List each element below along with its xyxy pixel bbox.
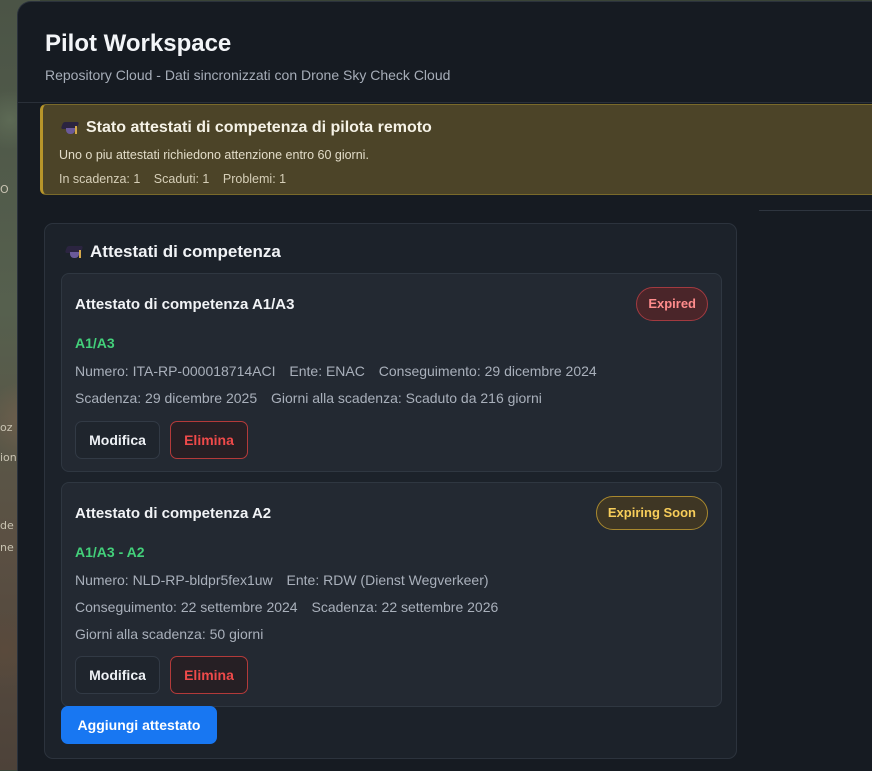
- certificate-authority: Ente: ENAC: [289, 363, 365, 379]
- page-title: Pilot Workspace: [45, 30, 232, 57]
- certificate-issue-date: Conseguimento: 29 dicembre 2024: [378, 363, 597, 379]
- alert-counts: In scadenza: 1 Scaduti: 1 Problemi: 1: [59, 172, 296, 186]
- certificate-issue-date: Conseguimento: 22 settembre 2024: [75, 599, 298, 615]
- certificate-title: Attestato di competenza A1/A3: [75, 296, 295, 313]
- competency-status-alert: Stato attestati di competenza di pilota …: [40, 104, 872, 195]
- certificate-details-line: Giorni alla scadenza: 50 giorni: [75, 626, 273, 642]
- alert-title: Stato attestati di competenza di pilota …: [60, 119, 432, 137]
- delete-button[interactable]: Elimina: [170, 421, 248, 459]
- add-certificate-button[interactable]: Aggiungi attestato: [61, 706, 217, 744]
- header: Pilot Workspace Repository Cloud - Dati …: [18, 2, 872, 103]
- count-expiring: In scadenza: 1: [59, 172, 141, 186]
- certificate-category: A1/A3 - A2: [75, 544, 145, 560]
- alert-title-text: Stato attestati di competenza di pilota …: [86, 119, 432, 136]
- edit-button[interactable]: Modifica: [75, 656, 160, 694]
- count-problems: Problemi: 1: [222, 172, 287, 186]
- certificate-expiry-date: Scadenza: 22 settembre 2026: [311, 599, 499, 615]
- certificate-details-line: Numero: NLD-RP-bldpr5fex1uw Ente: RDW (D…: [75, 572, 499, 588]
- map-label: oz: [0, 421, 13, 434]
- status-badge: Expired: [636, 287, 708, 321]
- map-label: ne: [0, 541, 14, 554]
- pilot-workspace-window: Pilot Workspace Repository Cloud - Dati …: [17, 1, 872, 771]
- panel-title-text: Attestati di competenza: [90, 242, 281, 261]
- certificate-category: A1/A3: [75, 335, 115, 351]
- certificate-card: Attestato di competenza A2 Expiring Soon…: [61, 482, 722, 707]
- certificate-days-left: Giorni alla scadenza: 50 giorni: [75, 626, 264, 642]
- map-label: O: [0, 183, 9, 196]
- map-label: de: [0, 519, 14, 532]
- certificate-details-line: Numero: ITA-RP-000018714ACI Ente: ENAC C…: [75, 363, 607, 379]
- divider: [759, 210, 872, 211]
- certificate-number: Numero: NLD-RP-bldpr5fex1uw: [75, 572, 273, 588]
- alert-message: Uno o piu attestati richiedono attenzion…: [59, 148, 369, 162]
- page-subtitle: Repository Cloud - Dati sincronizzati co…: [45, 67, 451, 83]
- certificate-authority: Ente: RDW (Dienst Wegverkeer): [286, 572, 489, 588]
- certificate-title: Attestato di competenza A2: [75, 505, 272, 522]
- certificate-details-line: Scadenza: 29 dicembre 2025 Giorni alla s…: [75, 390, 552, 406]
- certificate-days-left: Giorni alla scadenza: Scaduto da 216 gio…: [271, 390, 542, 406]
- certificate-card: Attestato di competenza A1/A3 Expired A1…: [61, 273, 722, 472]
- graduation-cap-icon: [60, 120, 80, 136]
- certificate-expiry-date: Scadenza: 29 dicembre 2025: [75, 390, 258, 406]
- count-expired: Scaduti: 1: [153, 172, 210, 186]
- edit-button[interactable]: Modifica: [75, 421, 160, 459]
- graduation-cap-icon: [64, 244, 84, 260]
- certificate-number: Numero: ITA-RP-000018714ACI: [75, 363, 276, 379]
- map-label: ion: [0, 451, 17, 464]
- certificate-details-line: Conseguimento: 22 settembre 2024 Scadenz…: [75, 599, 508, 615]
- delete-button[interactable]: Elimina: [170, 656, 248, 694]
- status-badge: Expiring Soon: [595, 496, 708, 530]
- panel-title: Attestati di competenza: [64, 242, 281, 262]
- certificates-panel: Attestati di competenza Attestato di com…: [44, 223, 737, 759]
